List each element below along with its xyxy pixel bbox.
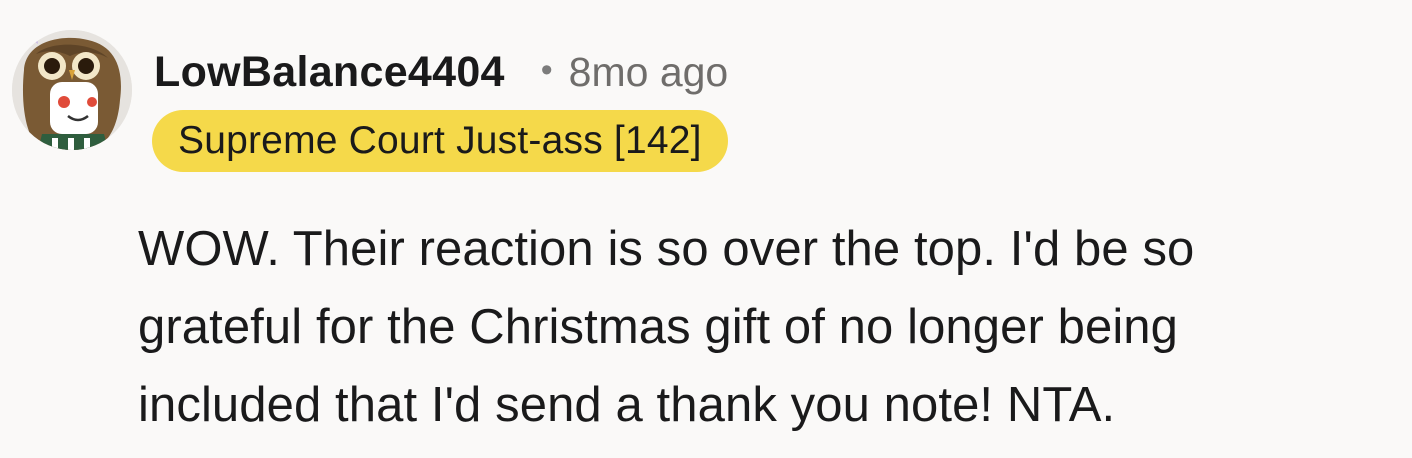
- meta-separator: •: [540, 50, 553, 89]
- comment-body: WOW. Their reaction is so over the top. …: [138, 210, 1398, 444]
- comment-body-line: included that I'd send a thank you note!…: [138, 378, 1116, 432]
- username-link[interactable]: LowBalance4404: [154, 48, 505, 97]
- comment-body-line: grateful for the Christmas gift of no lo…: [138, 300, 1179, 354]
- owl-costume-avatar-icon: [12, 30, 132, 150]
- user-avatar[interactable]: [12, 30, 132, 150]
- timestamp-link[interactable]: 8mo ago: [569, 49, 729, 96]
- comment: LowBalance4404 • 8mo ago Supreme Court J…: [0, 0, 1412, 458]
- user-flair-badge: Supreme Court Just-ass [142]: [152, 110, 728, 172]
- user-flair-text: Supreme Court Just-ass [142]: [178, 119, 702, 162]
- comment-meta: LowBalance4404 • 8mo ago: [154, 44, 728, 100]
- comment-body-line: WOW. Their reaction is so over the top. …: [138, 222, 1195, 276]
